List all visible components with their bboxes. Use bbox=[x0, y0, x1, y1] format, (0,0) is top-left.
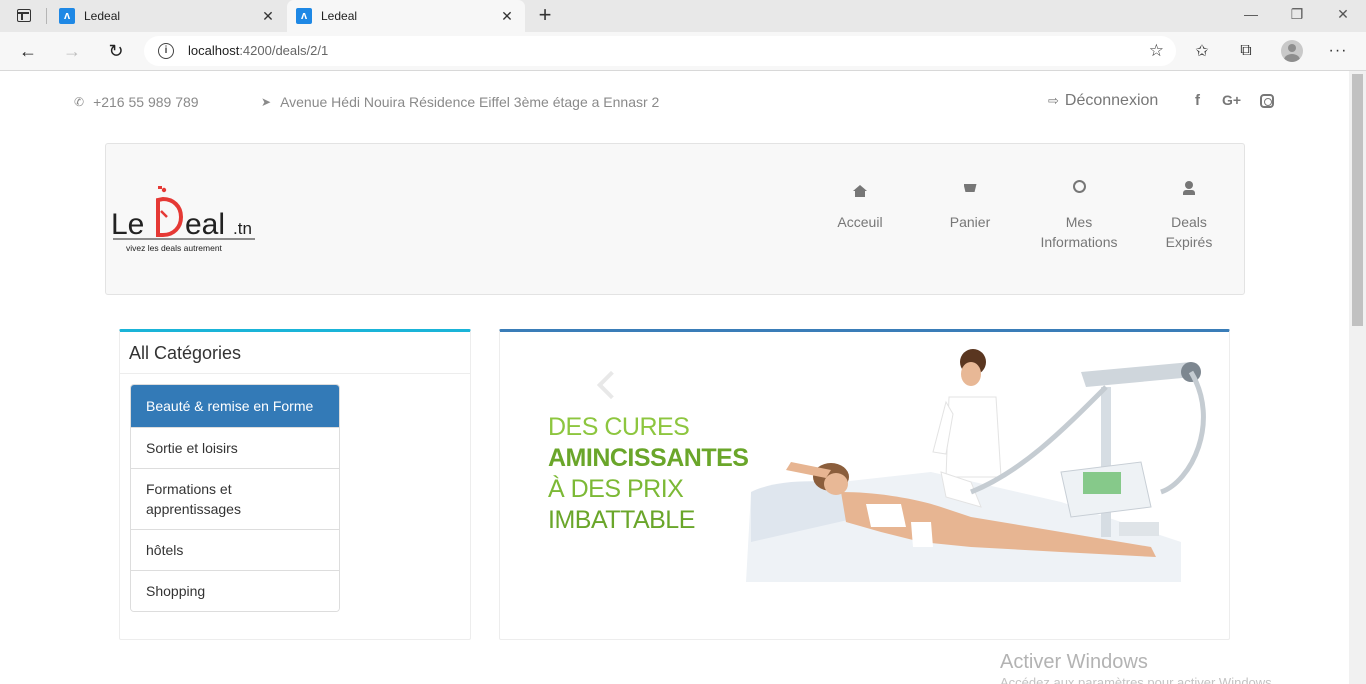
profile-avatar[interactable] bbox=[1281, 40, 1303, 62]
logout-label: Déconnexion bbox=[1064, 92, 1159, 109]
person-icon bbox=[1139, 178, 1239, 198]
logo-tagline: vivez les deals autrement bbox=[126, 243, 223, 253]
url-text[interactable]: localhost:4200/deals/2/1 bbox=[188, 43, 328, 58]
phone-text: +216 55 989 789 bbox=[93, 94, 199, 110]
nav-my-info-label-2: Informations bbox=[1040, 234, 1118, 250]
slide-line-4: IMBATTABLE bbox=[548, 506, 695, 534]
nav-home-label: Acceuil bbox=[837, 214, 883, 230]
divider bbox=[120, 373, 470, 374]
logout-link[interactable]: ⇨ Déconnexion bbox=[1048, 92, 1158, 110]
location-arrow-icon: ➤ bbox=[261, 95, 272, 109]
windows-activation-subtitle: Accédez aux paramètres pour activer Wind… bbox=[1000, 675, 1276, 684]
nav-cart[interactable]: Panier bbox=[920, 178, 1020, 232]
forward-arrow-icon[interactable]: → bbox=[59, 38, 85, 64]
site-header: Le eal .tn vivez les deals autrement Acc… bbox=[105, 143, 1245, 295]
slide-headline: DES CURES AMINCISSANTES À DES PRIX IMBAT… bbox=[548, 412, 749, 536]
address-text: Avenue Hédi Nouira Résidence Eiffel 3ème… bbox=[280, 94, 660, 110]
facebook-icon[interactable]: f bbox=[1195, 92, 1200, 109]
phone-icon: ✆ bbox=[74, 95, 85, 109]
svg-text:Le: Le bbox=[111, 208, 144, 241]
category-list: Beauté & remise en Forme Sortie et loisi… bbox=[130, 384, 340, 612]
back-arrow-icon[interactable]: ← bbox=[15, 38, 41, 64]
categories-panel: All Catégories Beauté & remise en Forme … bbox=[119, 329, 471, 640]
circle-icon bbox=[1029, 178, 1129, 198]
contact-phone: ✆ +216 55 989 789 bbox=[74, 94, 199, 110]
browser-toolbar: ← → ↻ i localhost:4200/deals/2/1 ☆ ✩ ⧉ ·… bbox=[0, 32, 1366, 71]
home-icon bbox=[810, 178, 910, 198]
contact-address: ➤ Avenue Hédi Nouira Résidence Eiffel 3è… bbox=[261, 94, 659, 110]
slide-line-3: À DES PRIX bbox=[548, 475, 684, 503]
page-scrollbar[interactable] bbox=[1349, 71, 1366, 684]
more-options-icon[interactable]: ··· bbox=[1327, 40, 1349, 62]
category-item-hotels[interactable]: hôtels bbox=[131, 529, 339, 570]
browser-tab-active[interactable]: ʌ Ledeal ✕ bbox=[287, 0, 525, 32]
new-tab-button[interactable]: + bbox=[535, 4, 555, 26]
category-item-shopping[interactable]: Shopping bbox=[131, 570, 339, 611]
web-page: ✆ +216 55 989 789 ➤ Avenue Hédi Nouira R… bbox=[0, 71, 1349, 684]
minimize-button[interactable]: — bbox=[1241, 6, 1261, 22]
tab-title: Ledeal bbox=[321, 9, 358, 23]
nav-home[interactable]: Acceuil bbox=[810, 178, 910, 232]
tab-close-icon[interactable]: ✕ bbox=[499, 8, 515, 24]
sidebar-toggle-icon[interactable] bbox=[17, 9, 31, 22]
nav-my-info[interactable]: Mes Informations bbox=[1029, 178, 1129, 252]
url-path: :4200/deals/2/1 bbox=[239, 43, 329, 58]
reload-icon[interactable]: ↻ bbox=[103, 38, 129, 64]
tab-title: Ledeal bbox=[84, 9, 121, 23]
collections-icon[interactable]: ⧉ bbox=[1235, 40, 1257, 62]
restore-button[interactable]: ❐ bbox=[1287, 6, 1307, 23]
instagram-icon[interactable] bbox=[1260, 94, 1274, 108]
category-item-sortie[interactable]: Sortie et loisirs bbox=[131, 427, 339, 468]
svg-text:.tn: .tn bbox=[233, 219, 252, 238]
nav-expired-label-1: Deals bbox=[1171, 214, 1207, 230]
url-host: localhost bbox=[188, 43, 240, 58]
categories-title: All Catégories bbox=[129, 343, 242, 363]
address-bar[interactable]: i localhost:4200/deals/2/1 ☆ bbox=[144, 36, 1176, 66]
google-plus-icon[interactable]: G+ bbox=[1222, 92, 1241, 108]
deal-slider: DES CURES AMINCISSANTES À DES PRIX IMBAT… bbox=[499, 329, 1230, 640]
slide-line-1: DES CURES bbox=[548, 413, 690, 441]
nav-expired-label-2: Expirés bbox=[1165, 234, 1213, 250]
tab-separator bbox=[46, 8, 47, 24]
scrollbar-thumb[interactable] bbox=[1352, 74, 1363, 326]
slide-line-2: AMINCISSANTES bbox=[548, 444, 749, 472]
close-window-button[interactable]: ✕ bbox=[1333, 6, 1353, 23]
cart-icon bbox=[920, 178, 1020, 198]
nav-cart-label: Panier bbox=[949, 214, 991, 230]
add-favorite-icon[interactable]: ☆ bbox=[1149, 41, 1164, 61]
site-favicon-icon: ʌ bbox=[59, 8, 75, 24]
svg-text:eal: eal bbox=[185, 208, 225, 241]
ledeal-logo[interactable]: Le eal .tn vivez les deals autrement bbox=[109, 184, 259, 259]
logout-icon: ⇨ bbox=[1048, 93, 1059, 108]
windows-activation-watermark: Activer Windows bbox=[1000, 651, 1148, 673]
site-favicon-icon: ʌ bbox=[296, 8, 312, 24]
nav-expired-deals[interactable]: Deals Expirés bbox=[1139, 178, 1239, 252]
browser-tab[interactable]: ʌ Ledeal ✕ bbox=[50, 0, 286, 32]
nav-my-info-label-1: Mes bbox=[1065, 214, 1093, 230]
browser-tab-bar: ʌ Ledeal ✕ ʌ Ledeal ✕ + — ❐ ✕ bbox=[0, 0, 1366, 32]
category-item-formations[interactable]: Formations et apprentissages bbox=[131, 468, 339, 529]
site-info-icon[interactable]: i bbox=[158, 43, 174, 59]
tab-close-icon[interactable]: ✕ bbox=[260, 8, 276, 24]
category-item-beaute[interactable]: Beauté & remise en Forme bbox=[131, 385, 339, 427]
favorites-icon[interactable]: ✩ bbox=[1191, 40, 1213, 62]
